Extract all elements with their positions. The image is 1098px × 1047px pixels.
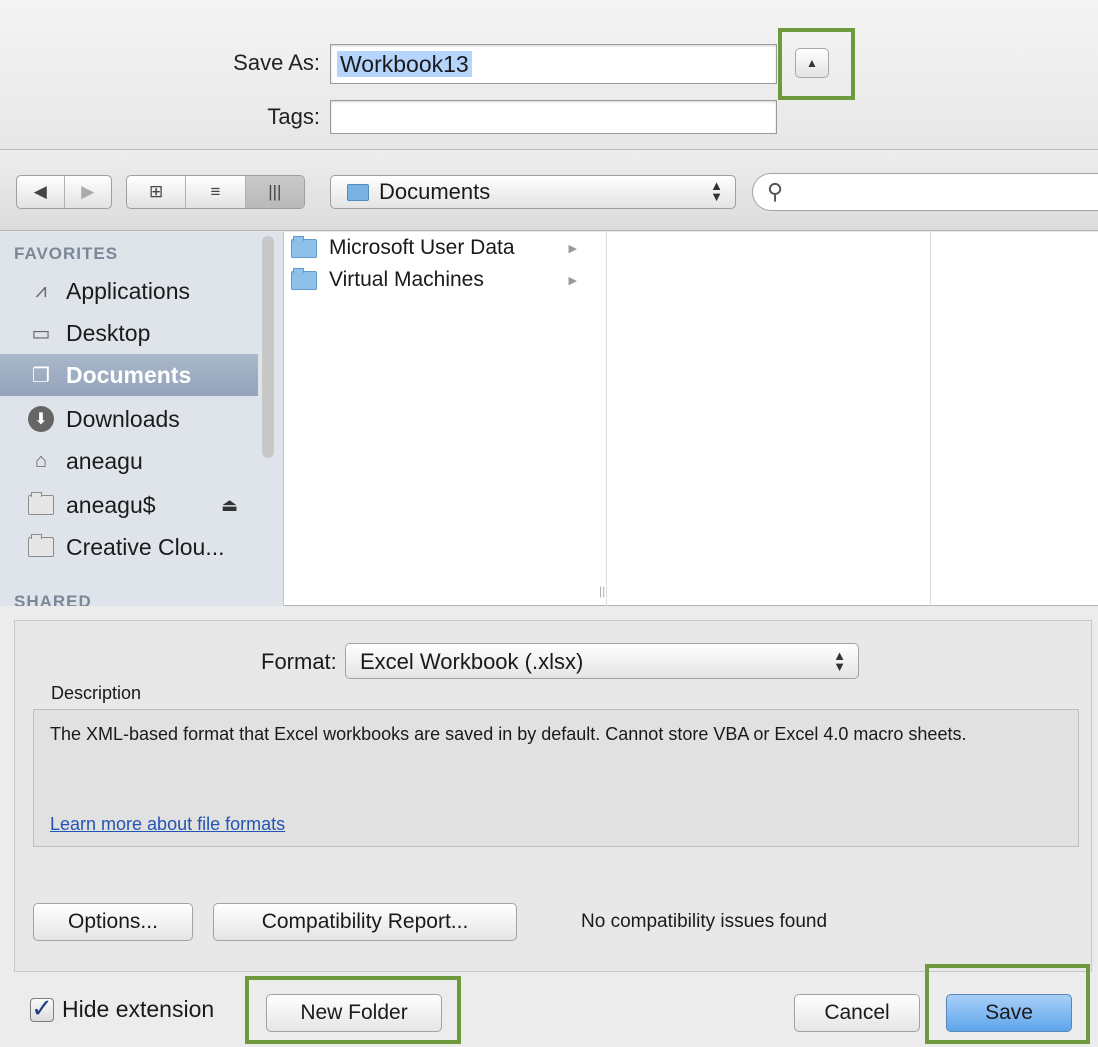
sidebar-item-label: aneagu: [66, 447, 143, 474]
format-panel: Format: Excel Workbook (.xlsx) ▲ ▼ Descri…: [14, 620, 1092, 972]
column-resize-handle[interactable]: ||: [599, 584, 605, 598]
save-as-input[interactable]: Workbook13: [330, 44, 777, 84]
downloads-icon: ⬇: [28, 406, 54, 432]
save-as-label: Save As:: [233, 50, 320, 75]
home-icon: ⌂: [34, 449, 48, 472]
sidebar-item-documents[interactable]: ❐ Documents: [0, 354, 258, 396]
folder-name: Microsoft User Data: [329, 236, 515, 259]
folder-icon: [291, 267, 317, 290]
list-view-icon[interactable]: ≡: [185, 176, 244, 208]
browser-toolbar: ◀ ▶ ⊞ ≡ ||| Documents ▲ ▼ ⚲: [0, 151, 1098, 231]
file-browser: FAVORITES ⩘ Applications ▭ Desktop ❐ Doc…: [0, 232, 1098, 606]
sidebar-item-aneagu[interactable]: ⌂ aneagu: [0, 440, 258, 482]
folder-name: Virtual Machines: [329, 268, 484, 291]
expand-dialog-button[interactable]: ▲: [795, 48, 829, 78]
checkmark-icon: ✓: [30, 992, 54, 1023]
search-input[interactable]: ⚲: [752, 173, 1098, 211]
applications-icon: ⩘: [35, 279, 47, 302]
description-text: The XML-based format that Excel workbook…: [50, 724, 967, 744]
tags-label: Tags:: [267, 104, 320, 129]
updown-arrows-icon: ▲ ▼: [710, 178, 723, 204]
sidebar-item-downloads[interactable]: ⬇ Downloads: [0, 398, 258, 440]
folder-icon: [28, 534, 54, 560]
sidebar-item-label: Creative Clou...: [66, 533, 225, 560]
format-label: Format:: [261, 649, 337, 674]
sidebar-item-label: Applications: [66, 277, 191, 304]
description-label: Description: [51, 683, 142, 703]
new-folder-button[interactable]: New Folder: [266, 994, 442, 1032]
folder-icon: [291, 235, 317, 258]
sidebar: FAVORITES ⩘ Applications ▭ Desktop ❐ Doc…: [0, 232, 284, 606]
documents-icon: ❐: [32, 364, 50, 387]
sidebar-item-applications[interactable]: ⩘ Applications: [0, 270, 258, 312]
column-view-icon[interactable]: |||: [244, 176, 304, 208]
browser-column-2: [607, 232, 931, 606]
desktop-icon: ▭: [31, 322, 51, 345]
sidebar-item-aneagu-share[interactable]: aneagu$ ⏏: [0, 484, 258, 526]
favorites-heading: FAVORITES: [14, 244, 119, 263]
save-dialog: Save As: Workbook13 Tags: ▲ ◀ ▶ ⊞ ≡ ||| …: [0, 0, 1098, 1047]
forward-arrow-icon[interactable]: ▶: [63, 176, 112, 208]
sidebar-item-label: Documents: [66, 361, 192, 388]
shared-heading: SHARED: [14, 592, 92, 606]
sidebar-item-desktop[interactable]: ▭ Desktop: [0, 312, 258, 354]
location-popup[interactable]: Documents ▲ ▼: [330, 175, 736, 209]
back-arrow-icon[interactable]: ◀: [17, 176, 64, 208]
hide-extension-label: Hide extension: [62, 996, 215, 1022]
sidebar-item-label: aneagu$: [66, 491, 156, 518]
cancel-button[interactable]: Cancel: [794, 994, 920, 1032]
learn-more-link[interactable]: Learn more about file formats: [50, 812, 285, 836]
updown-arrows-icon: ▲ ▼: [833, 648, 846, 674]
hide-extension-checkbox[interactable]: ✓ Hide extension: [30, 992, 215, 1023]
save-as-header: Save As: Workbook13 Tags: ▲: [0, 0, 1098, 150]
browser-column-1: Microsoft User Data ▶ Virtual Machines ▶…: [285, 232, 607, 606]
compatibility-report-button[interactable]: Compatibility Report...: [213, 903, 517, 941]
documents-folder-icon: [347, 183, 369, 201]
options-button[interactable]: Options...: [33, 903, 193, 941]
disclosure-arrow-icon: ▶: [568, 274, 577, 287]
list-item[interactable]: Virtual Machines ▶: [291, 264, 591, 296]
eject-icon[interactable]: ⏏: [221, 495, 238, 516]
view-mode-buttons: ⊞ ≡ |||: [126, 175, 305, 209]
folder-icon: [28, 492, 54, 518]
disclosure-arrow-icon: ▶: [568, 242, 577, 255]
format-select[interactable]: Excel Workbook (.xlsx) ▲ ▼: [345, 643, 859, 679]
chevron-up-icon: ▲: [806, 56, 818, 70]
list-item[interactable]: Microsoft User Data ▶: [291, 232, 591, 264]
format-value: Excel Workbook (.xlsx): [360, 649, 584, 674]
sidebar-item-creative-cloud[interactable]: Creative Clou...: [0, 526, 258, 568]
save-button[interactable]: Save: [946, 994, 1072, 1032]
sidebar-item-label: Desktop: [66, 319, 151, 346]
compatibility-status: No compatibility issues found: [581, 911, 828, 932]
sidebar-scrollbar[interactable]: [262, 236, 274, 458]
search-icon: ⚲: [767, 179, 784, 204]
tags-input[interactable]: [330, 100, 777, 134]
navigation-buttons: ◀ ▶: [16, 175, 112, 209]
description-box: The XML-based format that Excel workbook…: [33, 709, 1079, 847]
sidebar-item-label: Downloads: [66, 405, 180, 432]
location-label: Documents: [379, 179, 491, 204]
save-as-value: Workbook13: [337, 51, 472, 77]
icon-view-icon[interactable]: ⊞: [127, 176, 185, 208]
